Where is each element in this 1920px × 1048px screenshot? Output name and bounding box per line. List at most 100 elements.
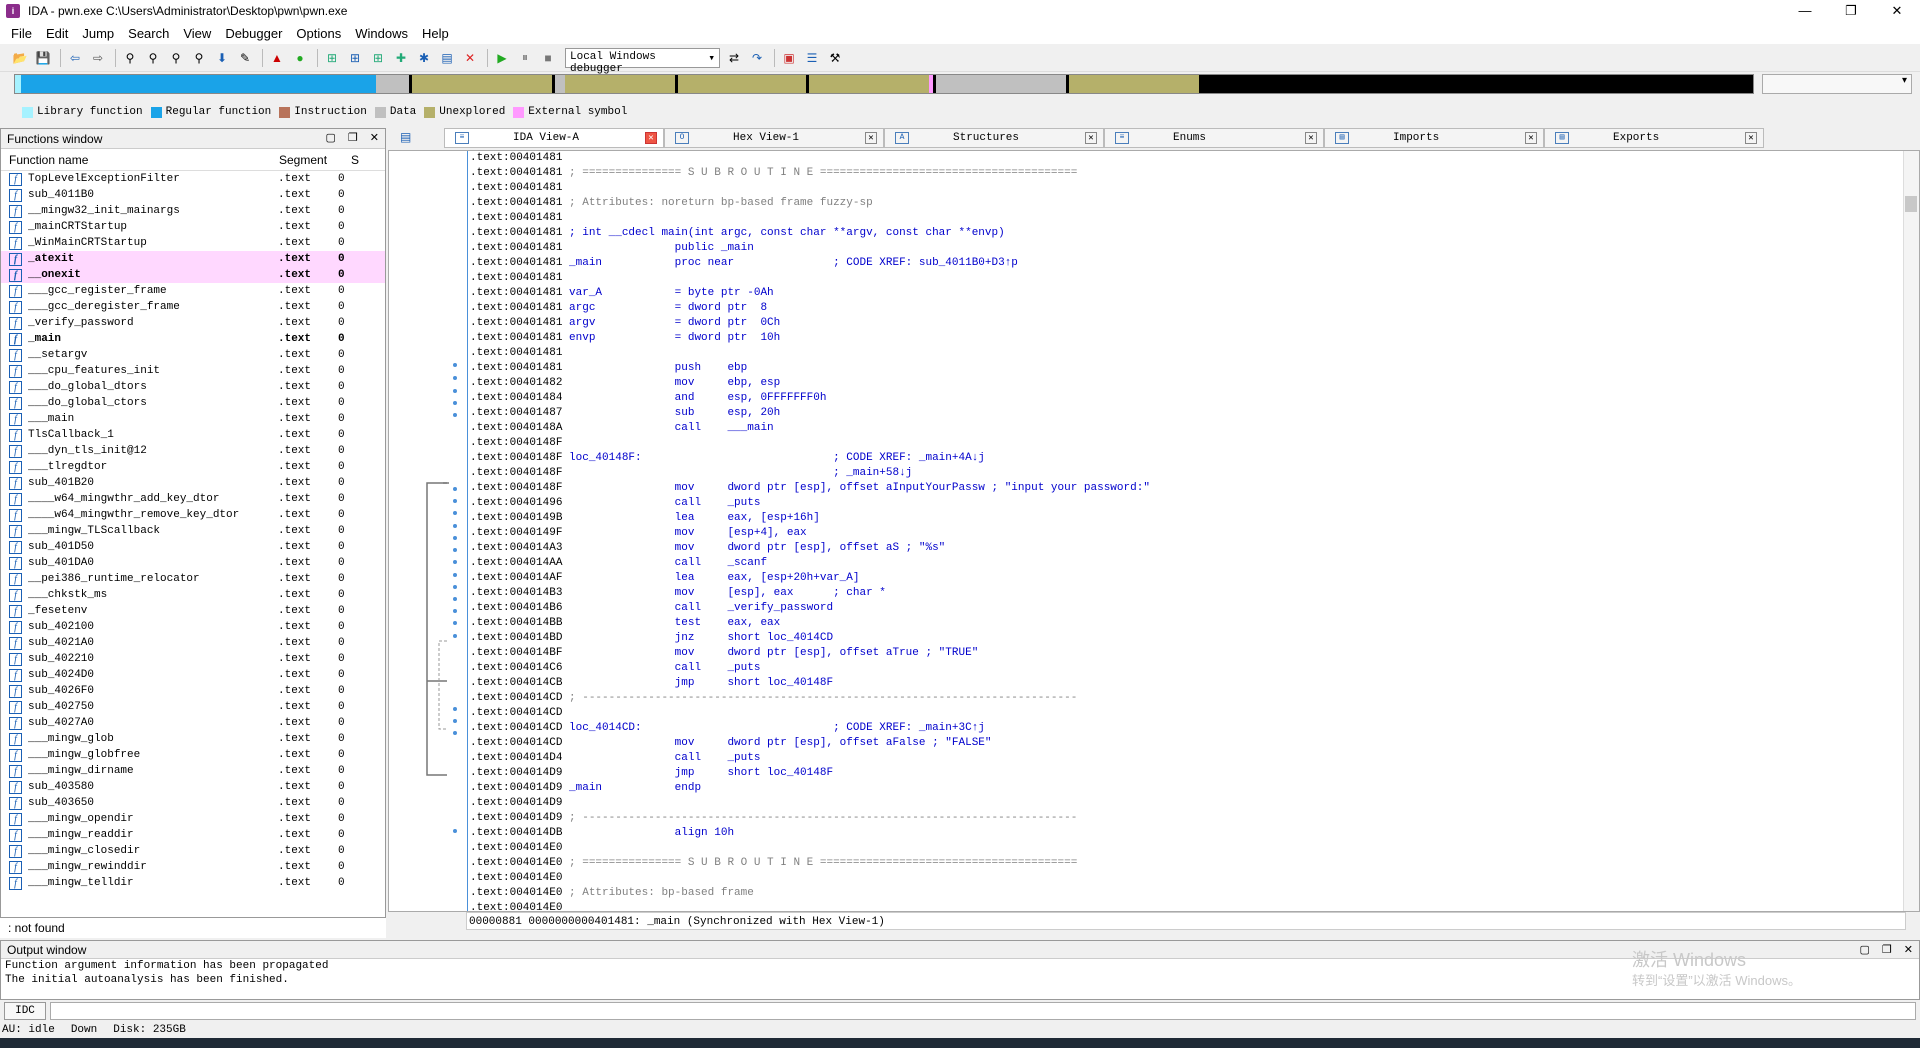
tab-hex-view-1[interactable]: O Hex View-1 ✕ [664,128,884,148]
stop-debug-icon[interactable]: ■ [538,48,558,68]
menu-view[interactable]: View [176,26,218,41]
menu-options[interactable]: Options [289,26,348,41]
function-row[interactable]: f __setargv .text 0 [1,347,385,363]
code-line[interactable]: .text:004014B6 call _verify_password [468,601,1897,616]
function-row[interactable]: f ___chkstk_ms .text 0 [1,587,385,603]
code-line[interactable]: .text:00401482 mov ebp, esp [468,376,1897,391]
command-input[interactable] [50,1002,1916,1020]
menu-help[interactable]: Help [415,26,456,41]
code-line[interactable]: .text:00401481 var_A = byte ptr -0Ah [468,286,1897,301]
function-row[interactable]: f ___mingw_rewinddir .text 0 [1,859,385,875]
code-line[interactable]: .text:004014A3 mov dword ptr [esp], offs… [468,541,1897,556]
open-icon[interactable]: 📂 [10,48,30,68]
code-line[interactable]: .text:00401481 ; =============== S U B R… [468,166,1897,181]
code-line[interactable]: .text:00401481 public _main [468,241,1897,256]
function-row[interactable]: f ___mingw_glob .text 0 [1,731,385,747]
code-line[interactable]: .text:00401481 [468,271,1897,286]
code-line[interactable]: .text:00401481 push ebp [468,361,1897,376]
code-line[interactable]: .text:004014CB jmp short loc_40148F [468,676,1897,691]
graph-icon[interactable]: ⊞ [322,48,342,68]
code-line[interactable]: .text:004014CD mov dword ptr [esp], offs… [468,736,1897,751]
menu-file[interactable]: File [4,26,39,41]
code-line[interactable]: .text:004014BD jnz short loc_4014CD [468,631,1897,646]
navband-combo[interactable]: ▾ [1762,74,1912,94]
minimize-button[interactable]: — [1782,0,1828,22]
disassembly-listing[interactable]: .text:00401481 .text:00401481 ; =========… [467,151,1897,911]
code-line[interactable]: .text:004014DB align 10h [468,826,1897,841]
mark-icon[interactable]: ✎ [235,48,255,68]
code-line[interactable]: .text:00401481 argc = dword ptr 8 [468,301,1897,316]
code-line[interactable]: .text:004014E0 [468,901,1897,911]
restore-icon[interactable]: ❐ [348,131,358,144]
close-icon[interactable]: ✕ [1085,132,1097,144]
col-function-name[interactable]: Function name [1,153,271,167]
list-icon[interactable]: ☰ [802,48,822,68]
function-row[interactable]: f sub_4024D0 .text 0 [1,667,385,683]
code-line[interactable]: .text:004014E0 ; =============== S U B R… [468,856,1897,871]
down-arrow-icon[interactable]: ⬇ [212,48,232,68]
code-line[interactable]: .text:004014CD [468,706,1897,721]
function-row[interactable]: f ___gcc_register_frame .text 0 [1,283,385,299]
function-row[interactable]: f ____w64_mingwthr_add_key_dtor .text 0 [1,491,385,507]
function-row[interactable]: f ___mingw_closedir .text 0 [1,843,385,859]
search-text-icon[interactable]: ⚲ [143,48,163,68]
function-row[interactable]: f ___main .text 0 [1,411,385,427]
code-line[interactable]: .text:00401481 [468,211,1897,226]
sync-icon-area[interactable]: ▤ [388,128,444,148]
function-row[interactable]: f _verify_password .text 0 [1,315,385,331]
ida-view-scrollbar[interactable] [1903,151,1919,911]
function-row[interactable]: f ___dyn_tls_init@12 .text 0 [1,443,385,459]
function-row[interactable]: f ___mingw_dirname .text 0 [1,763,385,779]
graph2-icon[interactable]: ⊞ [345,48,365,68]
function-row[interactable]: f TlsCallback_1 .text 0 [1,427,385,443]
code-line[interactable]: .text:0040149B lea eax, [esp+16h] [468,511,1897,526]
code-line[interactable]: .text:00401481 ; Attributes: noreturn bp… [468,196,1897,211]
code-line[interactable]: .text:004014D9 jmp short loc_40148F [468,766,1897,781]
code-line[interactable]: .text:004014C6 call _puts [468,661,1897,676]
close-icon[interactable]: ✕ [370,131,379,144]
back-arrow-icon[interactable]: ⇦ [65,48,85,68]
code-line[interactable]: .text:004014E0 [468,871,1897,886]
code-line[interactable]: .text:004014D9 ; -----------------------… [468,811,1897,826]
tab-ida-view-a[interactable]: ≡ IDA View-A ✕ [444,128,664,148]
code-line[interactable]: .text:00401481 [468,181,1897,196]
code-line[interactable]: .text:00401487 sub esp, 20h [468,406,1897,421]
code-line[interactable]: .text:004014CD ; -----------------------… [468,691,1897,706]
code-line[interactable]: .text:00401481 [468,151,1897,166]
menu-search[interactable]: Search [121,26,176,41]
ida-view-a[interactable]: .text:00401481 .text:00401481 ; =========… [388,150,1920,912]
function-row[interactable]: f ____w64_mingwthr_remove_key_dtor .text 0 [1,507,385,523]
save-icon[interactable]: 💾 [33,48,53,68]
code-line[interactable]: .text:004014AF lea eax, [esp+20h+var_A] [468,571,1897,586]
code-line[interactable]: .text:0040148A call ___main [468,421,1897,436]
code-line[interactable]: .text:004014D9 _main endp [468,781,1897,796]
function-row[interactable]: f sub_401B20 .text 0 [1,475,385,491]
function-row[interactable]: f __pei386_runtime_relocator .text 0 [1,571,385,587]
plugin-icon[interactable]: ✚ [391,48,411,68]
navigation-band[interactable] [14,74,1754,94]
code-line[interactable]: .text:004014AA call _scanf [468,556,1897,571]
function-row[interactable]: f sub_403580 .text 0 [1,779,385,795]
code-line[interactable]: .text:00401481 [468,346,1897,361]
code-line[interactable]: .text:004014D9 [468,796,1897,811]
code-line[interactable]: .text:0040148F mov dword ptr [esp], offs… [468,481,1897,496]
debugger-select[interactable]: Local Windows debugger ▾ [565,47,720,75]
pause-icon[interactable]: ⏸ [515,48,535,68]
close-icon[interactable]: ✕ [645,132,657,144]
close-icon[interactable]: ✕ [865,132,877,144]
attach-icon[interactable]: ⇄ [724,48,744,68]
search-immediate-icon[interactable]: ⚲ [189,48,209,68]
code-line[interactable]: .text:004014E0 ; Attributes: bp-based fr… [468,886,1897,901]
tool-icon[interactable]: ⚒ [825,48,845,68]
function-row[interactable]: f ___mingw_TLScallback .text 0 [1,523,385,539]
menu-jump[interactable]: Jump [75,26,121,41]
tab-exports[interactable]: ▤ Exports ✕ [1544,128,1764,148]
stop-icon[interactable]: ✕ [460,48,480,68]
function-row[interactable]: f ___do_global_dtors .text 0 [1,379,385,395]
function-row[interactable]: f _mainCRTStartup .text 0 [1,219,385,235]
cross-ref-icon[interactable]: ✱ [414,48,434,68]
code-line[interactable]: .text:00401496 call _puts [468,496,1897,511]
chart-icon[interactable]: ▤ [437,48,457,68]
function-row[interactable]: f sub_4011B0 .text 0 [1,187,385,203]
col-segment[interactable]: Segment [271,153,351,167]
